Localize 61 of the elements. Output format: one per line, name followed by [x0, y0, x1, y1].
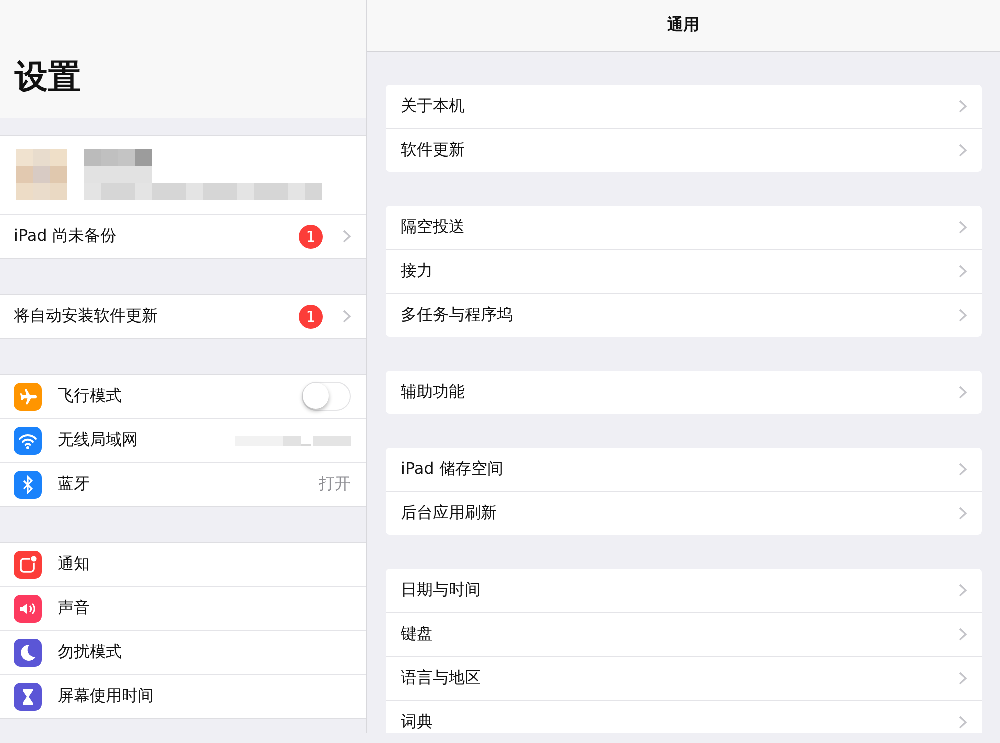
chevron-icon	[343, 310, 351, 323]
settings-row[interactable]: 飞行模式	[0, 375, 366, 419]
row-label: 将自动安装软件更新	[14, 306, 158, 327]
count-badge: 1	[299, 304, 323, 328]
row-label: 日期与时间	[401, 580, 481, 601]
chevron-icon	[959, 144, 967, 157]
nav-title: 通用	[668, 15, 700, 36]
settings-row[interactable]: 无线局域网	[0, 419, 366, 463]
row-value: 打开	[319, 474, 351, 495]
page-title: 设置	[15, 56, 81, 98]
settings-row[interactable]: iPad 储存空间	[386, 448, 982, 492]
settings-row[interactable]: 通知	[0, 543, 366, 587]
row-label: 接力	[401, 261, 433, 282]
settings-row[interactable]: 日期与时间	[386, 569, 982, 613]
chevron-icon	[959, 628, 967, 641]
chevron-icon	[959, 672, 967, 685]
settings-row[interactable]: 勿扰模式	[0, 631, 366, 675]
row-label: iPad 尚未备份	[14, 226, 116, 247]
row-label: 词典	[401, 712, 433, 733]
row-label: 后台应用刷新	[401, 503, 497, 524]
row-label: 屏幕使用时间	[58, 686, 154, 707]
row-label: 无线局域网	[58, 430, 138, 451]
row-label: 辅助功能	[401, 382, 465, 403]
settings-row[interactable]: 屏幕使用时间	[0, 675, 366, 718]
chevron-icon	[959, 463, 967, 476]
settings-row[interactable]: 蓝牙 打开	[0, 463, 366, 506]
row-label: 通知	[58, 554, 90, 575]
settings-row[interactable]: 词典	[386, 701, 982, 733]
row-label: 键盘	[401, 624, 433, 645]
chevron-icon	[959, 507, 967, 520]
settings-row[interactable]: 多任务与程序坞	[386, 294, 982, 337]
settings-row[interactable]: 键盘	[386, 613, 982, 657]
row-label: 关于本机	[401, 96, 465, 117]
settings-row[interactable]: 辅助功能	[386, 371, 982, 414]
settings-row[interactable]: 将自动安装软件更新 1	[0, 295, 366, 338]
settings-row[interactable]: 声音	[0, 587, 366, 631]
row-label: 飞行模式	[58, 386, 122, 407]
chevron-icon	[959, 309, 967, 322]
settings-row[interactable]: 关于本机	[386, 85, 982, 129]
chevron-icon	[959, 265, 967, 278]
toggle-switch[interactable]	[302, 382, 351, 411]
chevron-icon	[959, 386, 967, 399]
chevron-icon	[959, 221, 967, 234]
count-badge: 1	[299, 224, 323, 248]
settings-row[interactable]: 语言与地区	[386, 657, 982, 701]
row-label: 语言与地区	[401, 668, 481, 689]
row-label: 蓝牙	[58, 474, 90, 495]
row-label: 软件更新	[401, 140, 465, 161]
settings-row[interactable]: 软件更新	[386, 129, 982, 172]
chevron-icon	[343, 230, 351, 243]
row-label: 隔空投送	[401, 217, 465, 238]
chevron-icon	[959, 584, 967, 597]
row-label: 声音	[58, 598, 90, 619]
row-label: 勿扰模式	[58, 642, 122, 663]
settings-row[interactable]: 隔空投送	[386, 206, 982, 250]
settings-row[interactable]: 接力	[386, 250, 982, 294]
row-label: 多任务与程序坞	[401, 305, 513, 326]
settings-row[interactable]: 后台应用刷新	[386, 492, 982, 535]
chevron-icon	[959, 100, 967, 113]
row-label: iPad 储存空间	[401, 459, 504, 480]
chevron-icon	[959, 716, 967, 729]
